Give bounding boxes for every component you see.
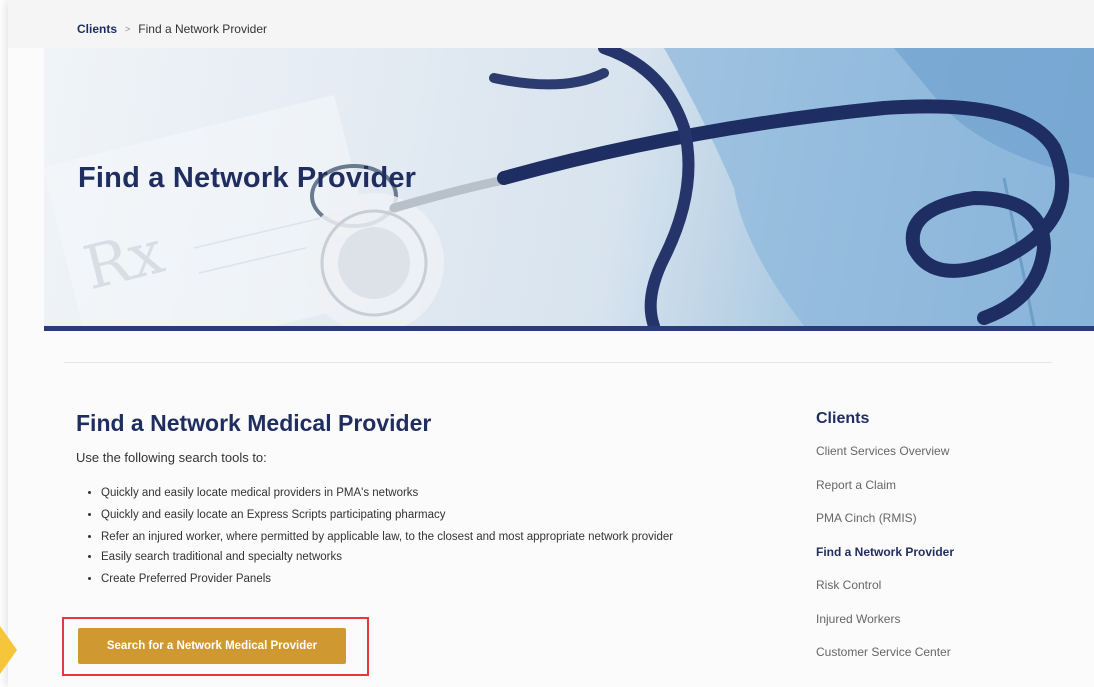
sidebar-item-customer-service-center[interactable]: Customer Service Center — [816, 645, 954, 679]
breadcrumb-bar: Clients > Find a Network Provider — [8, 0, 1094, 48]
intro-text: Use the following search tools to: — [76, 450, 267, 465]
breadcrumb-separator-icon: > — [125, 24, 131, 34]
feature-list-item: Quickly and easily locate an Express Scr… — [101, 506, 761, 524]
sidebar-item-pma-cinch[interactable]: PMA Cinch (RMIS) — [816, 511, 954, 545]
hero-banner: Rx Find a Network Provider — [44, 48, 1094, 326]
sidebar-item-injured-workers[interactable]: Injured Workers — [816, 612, 954, 646]
sidebar-item-risk-control[interactable]: Risk Control — [816, 578, 954, 612]
page-frame: Clients > Find a Network Provider Rx Fin… — [8, 0, 1094, 687]
breadcrumb-link-clients[interactable]: Clients — [77, 22, 117, 36]
feature-list-item: Easily search traditional and specialty … — [101, 548, 761, 566]
hero-accent-line — [44, 326, 1094, 331]
breadcrumb-current: Find a Network Provider — [138, 22, 267, 36]
page-title: Find a Network Provider — [78, 162, 417, 194]
sidebar-item-client-services-overview[interactable]: Client Services Overview — [816, 444, 954, 478]
sidebar-item-find-a-network-provider[interactable]: Find a Network Provider — [816, 545, 954, 579]
feature-list: Quickly and easily locate medical provid… — [83, 484, 761, 592]
feature-list-item: Refer an injured worker, where permitted… — [101, 528, 761, 546]
sidebar-nav: Client Services Overview Report a Claim … — [816, 444, 954, 679]
search-provider-button[interactable]: Search for a Network Medical Provider — [78, 628, 346, 664]
feature-list-item: Quickly and easily locate medical provid… — [101, 484, 761, 502]
breadcrumb: Clients > Find a Network Provider — [77, 22, 267, 36]
content-divider — [64, 362, 1052, 363]
section-heading: Find a Network Medical Provider — [76, 410, 432, 436]
pointer-arrow-icon — [0, 626, 17, 674]
feature-list-item: Create Preferred Provider Panels — [101, 570, 761, 588]
sidebar-heading: Clients — [816, 410, 870, 427]
sidebar-item-report-a-claim[interactable]: Report a Claim — [816, 478, 954, 512]
